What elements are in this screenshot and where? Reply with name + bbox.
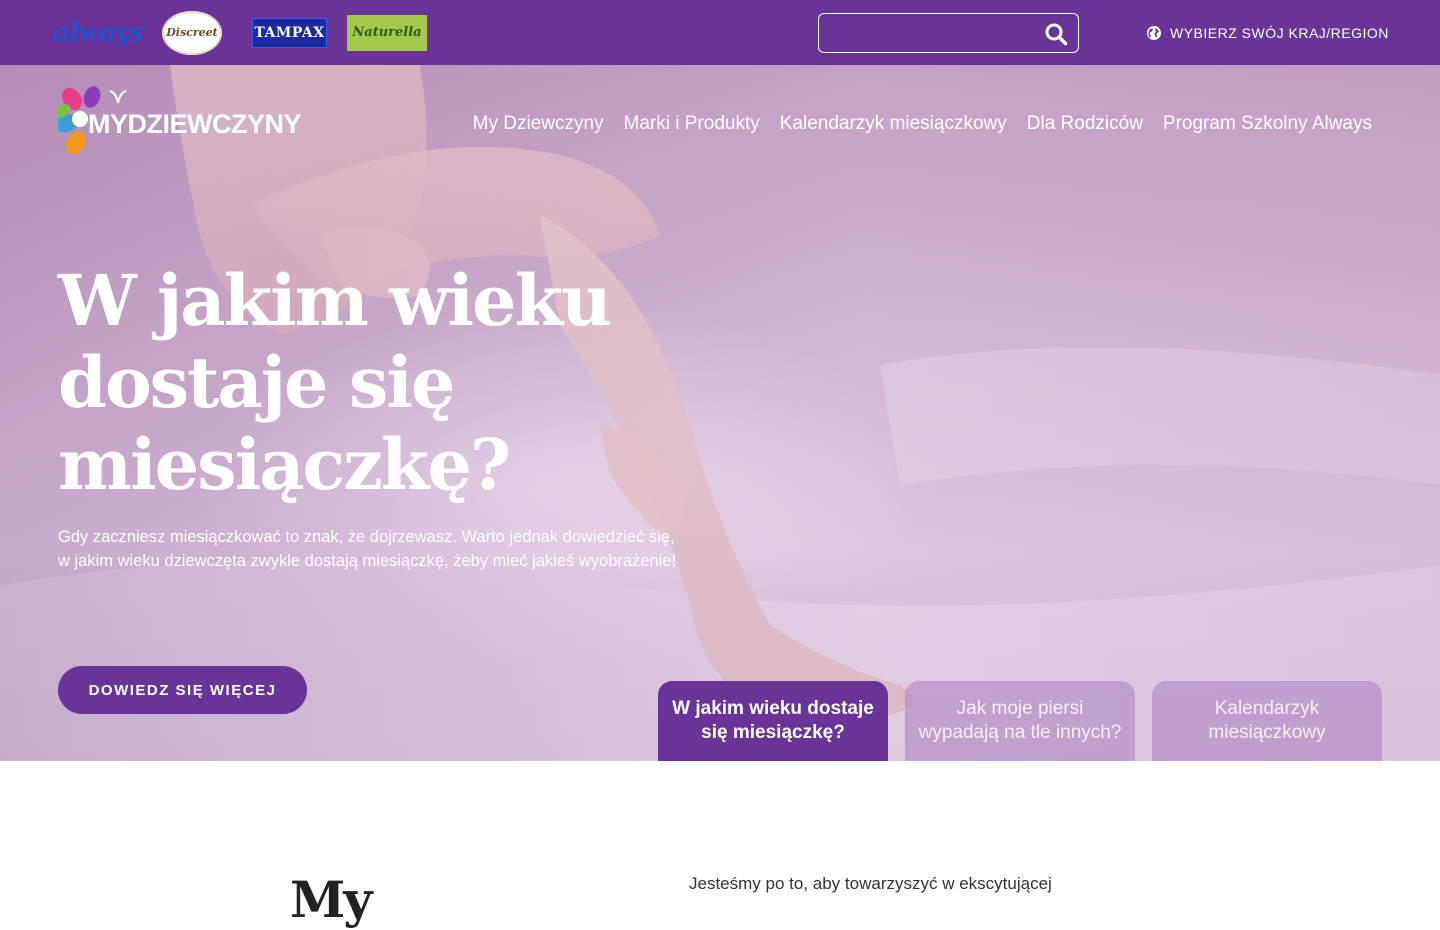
hero-description: Gdy zaczniesz miesiączkować to znak, że …	[58, 528, 677, 570]
discreet-brand-link[interactable]: Discreet	[161, 0, 223, 65]
region-selector[interactable]: WYBIERZ SWÓJ KRAJ/REGION	[1146, 20, 1389, 46]
tampax-brand-link[interactable]: TAMPAX	[252, 0, 327, 65]
nav-item-marki-i-produkty[interactable]: Marki i Produkty	[624, 113, 760, 143]
naturella-logo-text: Naturella	[352, 25, 422, 40]
main-nav: My Dziewczyny Marki i Produkty Kalendarz…	[473, 113, 1372, 143]
logo-wordmark: MYDZIEWCZYNY	[88, 109, 302, 139]
nav-item-kalendarzyk[interactable]: Kalendarzyk miesiączkowy	[780, 113, 1007, 143]
hero-title: W jakim wieku dostaje się miesiączkę?	[58, 259, 612, 506]
discreet-logo-text: Discreet	[166, 26, 218, 39]
region-label: WYBIERZ SWÓJ KRAJ/REGION	[1170, 25, 1389, 41]
tab-kalendarzyk[interactable]: Kalendarzyk miesiączkowy	[1152, 681, 1382, 761]
tampax-logo: TAMPAX	[252, 17, 327, 48]
naturella-logo: Naturella	[347, 14, 427, 51]
always-brand-link[interactable]: always	[53, 0, 144, 65]
nav-item-my-dziewczyny[interactable]: My Dziewczyny	[473, 113, 604, 143]
tab-piersi[interactable]: Jak moje piersi wypadają na tle innych?	[905, 681, 1135, 761]
naturella-brand-link[interactable]: Naturella	[347, 0, 427, 65]
discreet-logo: Discreet	[162, 10, 222, 55]
learn-more-button[interactable]: DOWIEDZ SIĘ WIĘCEJ	[58, 666, 307, 714]
site-logo[interactable]: MYDZIEWCZYNY	[58, 83, 302, 155]
nav-item-dla-rodzicow[interactable]: Dla Rodziców	[1027, 113, 1143, 143]
brand-bar: always Discreet TAMPAX Naturella WYBIERZ…	[0, 0, 1440, 65]
section-text: Jesteśmy po to, aby towarzyszyć w ekscyt…	[689, 874, 1052, 893]
nav-item-program-szkolny[interactable]: Program Szkolny Always	[1163, 113, 1372, 143]
hero-banner: MYDZIEWCZYNY My Dziewczyny Marki i Produ…	[0, 65, 1440, 761]
globe-icon	[1147, 26, 1161, 40]
tab-wiek-miesiaczki[interactable]: W jakim wieku dostaje się miesiączkę?	[658, 681, 888, 761]
tampax-logo-text: TAMPAX	[254, 24, 325, 41]
search-icon[interactable]	[1044, 22, 1068, 46]
search-input[interactable]	[829, 20, 1039, 46]
section-title: My	[290, 870, 372, 929]
always-logo: always	[53, 17, 144, 48]
search-box	[818, 13, 1079, 53]
